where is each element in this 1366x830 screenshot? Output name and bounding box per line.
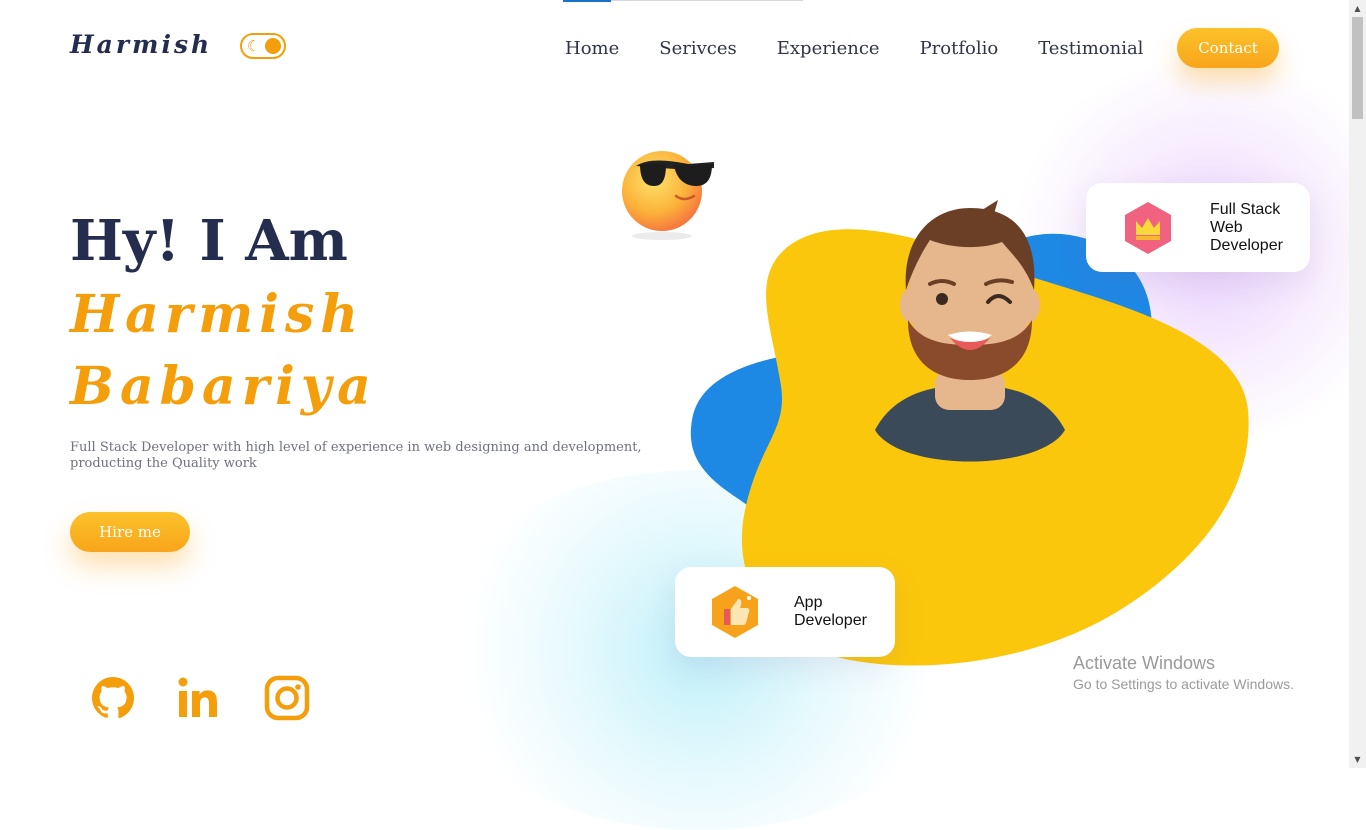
thumbs-up-badge-icon (712, 586, 758, 638)
instagram-icon[interactable] (263, 674, 311, 722)
watermark-title: Activate Windows (1073, 653, 1216, 673)
windows-activation-watermark: Activate Windows Go to Settings to activ… (1073, 652, 1294, 694)
fullstack-developer-card: Full Stack Web Developer (1086, 183, 1310, 272)
nav-services[interactable]: Serivces (659, 38, 736, 59)
hire-me-button[interactable]: Hire me (70, 512, 190, 552)
vertical-scrollbar[interactable]: ▲ ▼ (1349, 0, 1366, 768)
watermark-subtitle: Go to Settings to activate Windows. (1073, 676, 1294, 692)
scroll-down-arrow-icon[interactable]: ▼ (1349, 751, 1366, 768)
github-icon[interactable] (89, 674, 137, 722)
toggle-knob (265, 38, 281, 54)
hero-first-name: Harmish (70, 284, 365, 345)
hero-description: Full Stack Developer with high level of … (70, 440, 642, 471)
linkedin-icon[interactable] (176, 674, 224, 722)
nav-home[interactable]: Home (565, 38, 619, 59)
hero-last-name: Babariya (70, 356, 377, 417)
fullstack-developer-label: Full Stack Web Developer (1210, 201, 1283, 254)
theme-toggle[interactable]: ☾ (240, 33, 286, 59)
main-nav: Home Serivces Experience Protfolio Testi… (565, 38, 1143, 59)
scrollbar-thumb[interactable] (1352, 17, 1363, 119)
contact-button[interactable]: Contact (1177, 28, 1279, 68)
nav-experience[interactable]: Experience (777, 38, 880, 59)
hero-greeting: Hy! I Am (70, 208, 348, 274)
site-logo[interactable]: Harmish (70, 30, 212, 59)
app-developer-card: App Developer (675, 567, 895, 657)
nav-portfolio[interactable]: Protfolio (920, 38, 999, 59)
moon-icon: ☾ (247, 37, 261, 55)
nav-testimonial[interactable]: Testimonial (1038, 38, 1143, 59)
crown-badge-icon (1125, 202, 1171, 254)
page-progress-indicator (563, 0, 611, 2)
scroll-up-arrow-icon[interactable]: ▲ (1349, 0, 1366, 17)
app-developer-label: App Developer (794, 594, 867, 629)
